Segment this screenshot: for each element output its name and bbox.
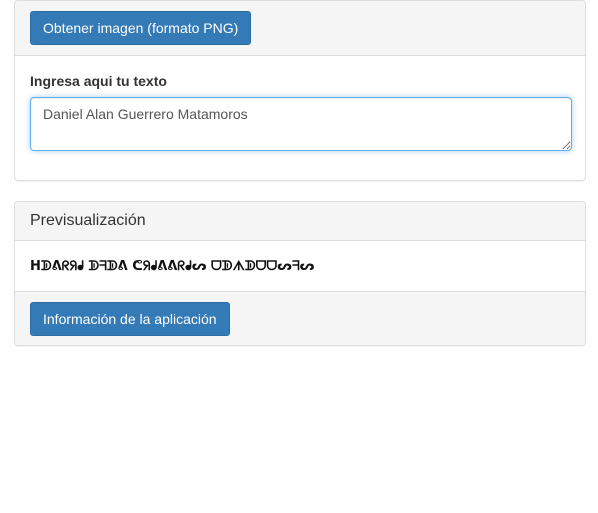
preview-panel: Previsualización ᕼᗫᕕᖇᖆᖱ ᗫᖷᗫᕕ ᕦᖆᖱᕕᕕᖇᖱᔕ ᗜᗫ…: [14, 201, 586, 346]
panel-heading: Obtener imagen (formato PNG): [15, 1, 585, 56]
panel-body: Ingresa aqui tu texto: [15, 56, 585, 156]
text-input-panel: Obtener imagen (formato PNG) Ingresa aqu…: [14, 0, 586, 181]
preview-footer: Información de la aplicación: [15, 291, 585, 345]
preview-title: Previsualización: [15, 202, 585, 241]
text-input-field[interactable]: [30, 97, 572, 151]
export-png-button[interactable]: Obtener imagen (formato PNG): [30, 11, 252, 45]
preview-body: ᕼᗫᕕᖇᖆᖱ ᗫᖷᗫᕕ ᕦᖆᖱᕕᕕᖇᖱᔕ ᗜᗫᗑᗫᗜᗜᔕᖷᔕ: [15, 241, 585, 291]
preview-glyph-text: ᕼᗫᕕᖇᖆᖱ ᗫᖷᗫᕕ ᕦᖆᖱᕕᕕᖇᖱᔕ ᗜᗫᗑᗫᗜᗜᔕᖷᔕ: [30, 258, 315, 274]
input-label: Ingresa aqui tu texto: [30, 73, 167, 89]
app-info-button[interactable]: Información de la aplicación: [30, 302, 230, 336]
